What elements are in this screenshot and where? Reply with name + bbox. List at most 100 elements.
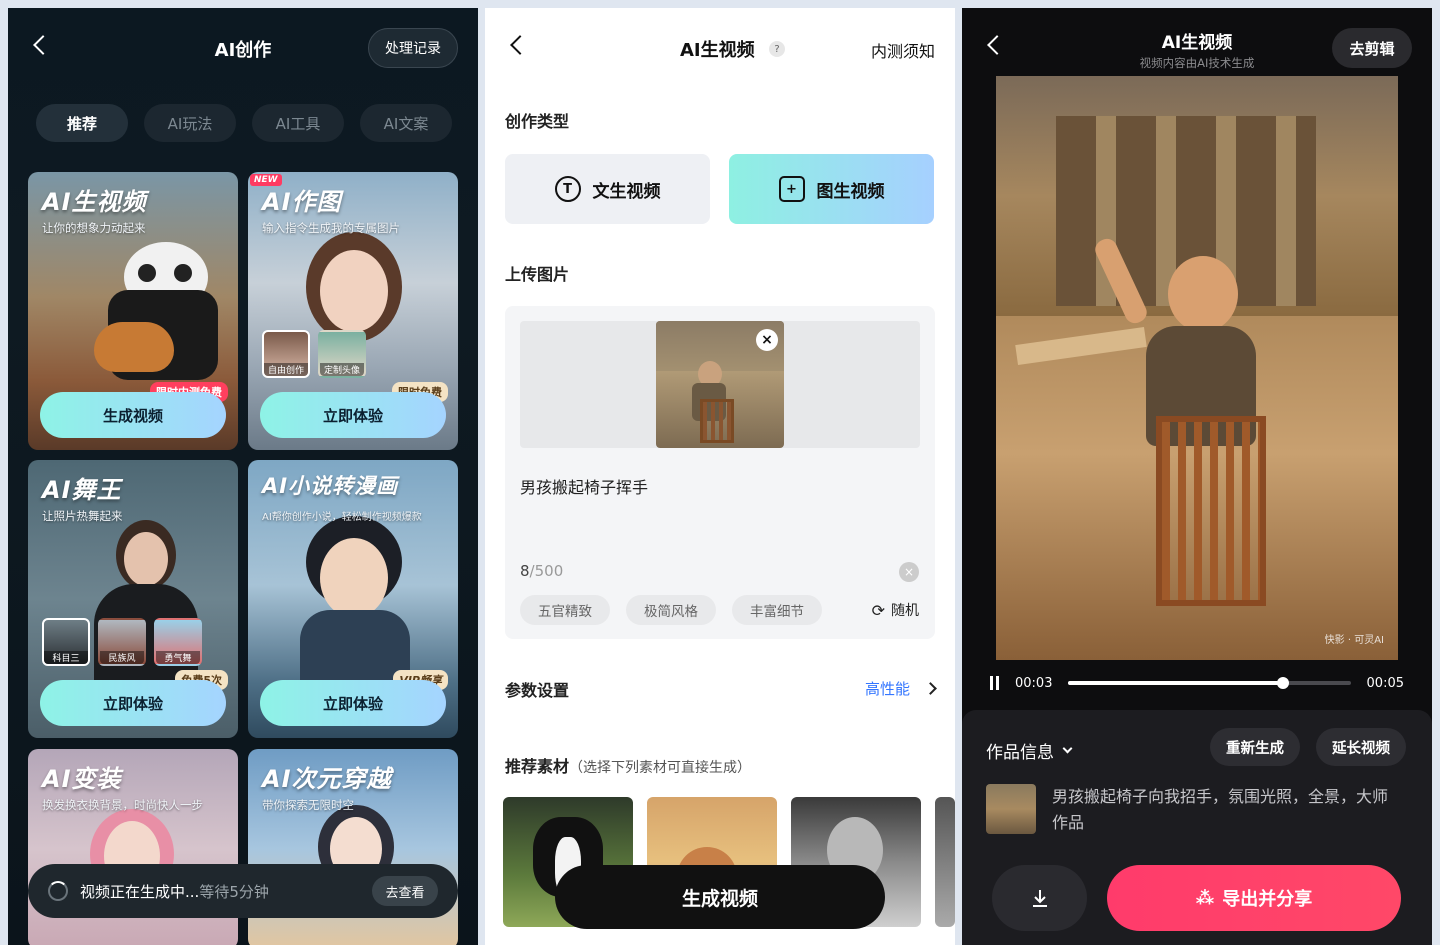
ai-video-result-panel: AI生视频 视频内容由AI技术生成 去剪辑 快影 · 可灵AI 00:03 00… xyxy=(962,8,1432,945)
card-ai-novel-comic[interactable]: AI小说转漫画 AI帮你创作小说，轻松制作视频爆款 VIP畅享 立即体验 xyxy=(248,460,458,738)
section-recommend: 推荐素材（选择下列素材可直接生成） xyxy=(505,753,751,777)
extend-video-button[interactable]: 延长视频 xyxy=(1316,728,1406,766)
history-button[interactable]: 处理记录 xyxy=(368,28,458,68)
section-recommend-title: 推荐素材 xyxy=(505,757,570,776)
remove-image-icon[interactable]: × xyxy=(756,329,778,351)
thumb-dance-2[interactable]: 民族风 xyxy=(98,618,146,666)
panda-eye xyxy=(138,264,156,282)
download-icon xyxy=(1032,890,1047,907)
loading-spinner-icon xyxy=(48,881,68,901)
card-title: AI次元穿越 xyxy=(262,765,392,793)
progress-handle[interactable] xyxy=(1276,677,1289,689)
boy-body-illustration xyxy=(300,610,410,680)
text-to-video-option[interactable]: T 文生视频 xyxy=(505,154,710,224)
generate-video-button[interactable]: 生成视频 xyxy=(555,865,885,929)
style-chip[interactable]: 极简风格 xyxy=(626,595,716,625)
thumb-free-create[interactable]: 自由创作 xyxy=(262,330,310,378)
tab-recommend[interactable]: 推荐 xyxy=(36,104,128,142)
chevron-down-icon xyxy=(1062,743,1073,754)
upload-card: × 男孩搬起椅子挥手 8/500 × 五官精致 极简风格 丰富细节 ⟳ 随机 xyxy=(505,306,935,639)
pause-icon[interactable] xyxy=(990,676,999,690)
char-limit: /500 xyxy=(529,562,564,580)
download-button[interactable] xyxy=(992,865,1087,931)
work-info-title: 作品信息 xyxy=(986,743,1054,763)
style-chip[interactable]: 丰富细节 xyxy=(732,595,822,625)
card-subtitle: 带你探索无限时空 xyxy=(262,798,354,812)
playback-controls: 00:03 00:05 xyxy=(990,670,1404,696)
prompt-full-text: 男孩搬起椅子向我招手，氛围光照，全景，大师作品 xyxy=(1052,787,1389,832)
card-subtitle: 让你的想象力动起来 xyxy=(42,221,146,235)
panda-eye xyxy=(174,264,192,282)
share-icon: ⁂ xyxy=(1195,887,1215,909)
style-thumbnails: 自由创作 定制头像 xyxy=(262,330,366,378)
try-now-button[interactable]: 立即体验 xyxy=(260,392,446,438)
dance-thumbnails: 科目三 民族风 勇气舞 xyxy=(42,618,202,666)
work-info-toggle[interactable]: 作品信息 xyxy=(986,738,1073,763)
clear-text-icon[interactable]: × xyxy=(899,562,919,582)
ai-creation-panel: AI创作 处理记录 推荐 AI玩法 AI工具 AI文案 AI生视频 让你的想象力… xyxy=(8,8,478,945)
params-selector[interactable]: 高性能 xyxy=(864,678,937,699)
style-chips: 五官精致 极简风格 丰富细节 xyxy=(520,595,822,625)
card-ai-video[interactable]: AI生视频 让你的想象力动起来 限时内测免费 生成视频 xyxy=(28,172,238,450)
card-title: AI生视频 xyxy=(42,188,147,216)
try-now-button[interactable]: 立即体验 xyxy=(40,680,226,726)
thumb-label: 自由创作 xyxy=(264,363,308,376)
thumb-custom-avatar[interactable]: 定制头像 xyxy=(318,330,366,378)
try-now-button[interactable]: 立即体验 xyxy=(260,680,446,726)
video-boy-head xyxy=(1168,256,1238,332)
section-creation-type: 创作类型 xyxy=(505,112,570,131)
char-count: 8 xyxy=(520,562,530,580)
thumb-dance-1[interactable]: 科目三 xyxy=(42,618,90,666)
video-chair xyxy=(1156,416,1266,606)
thumb-label: 民族风 xyxy=(100,651,144,664)
random-button[interactable]: ⟳ 随机 xyxy=(859,595,919,625)
thumb-label: 科目三 xyxy=(44,651,88,664)
card-ai-dance[interactable]: AI舞王 让照片热舞起来 科目三 民族风 勇气舞 免费5次 立即体验 xyxy=(28,460,238,738)
view-progress-button[interactable]: 去查看 xyxy=(372,876,438,906)
regenerate-button[interactable]: 重新生成 xyxy=(1210,728,1300,766)
thumb-label: 勇气舞 xyxy=(156,651,200,664)
back-icon[interactable] xyxy=(510,35,530,55)
image-dropzone[interactable]: × xyxy=(520,321,920,448)
thumb-label: 定制头像 xyxy=(320,363,364,376)
source-thumbnail xyxy=(986,784,1036,834)
dancer-face-illustration xyxy=(124,532,168,586)
generate-video-button[interactable]: 生成视频 xyxy=(40,392,226,438)
export-label: 导出并分享 xyxy=(1222,889,1313,910)
image-to-video-icon: + xyxy=(778,176,805,202)
card-title: AI舞王 xyxy=(42,476,122,504)
page-title: AI生视频 xyxy=(680,40,755,61)
image-to-video-option[interactable]: + 图生视频 xyxy=(729,154,934,224)
text-to-video-icon: T xyxy=(554,176,581,202)
export-share-button[interactable]: ⁂ 导出并分享 xyxy=(1107,865,1401,931)
card-subtitle: 换发换衣换背景，时尚快人一步 xyxy=(42,798,203,812)
help-icon[interactable]: ? xyxy=(769,41,785,57)
section-upload-image: 上传图片 xyxy=(505,265,570,284)
girl-face-illustration xyxy=(320,250,388,332)
photo-chair xyxy=(700,399,734,443)
prompt-text[interactable]: 男孩搬起椅子挥手 xyxy=(520,474,648,498)
tab-ai-tools[interactable]: AI工具 xyxy=(252,104,344,142)
card-subtitle: 输入指令生成我的专属图片 xyxy=(262,221,400,235)
toast-wait: 等待5分钟 xyxy=(199,882,269,901)
card-title: AI作图 xyxy=(262,188,342,216)
material-more[interactable] xyxy=(935,797,955,927)
beta-notice-link[interactable]: 内测须知 xyxy=(871,38,935,62)
params-value: 高性能 xyxy=(864,680,910,698)
card-subtitle: AI帮你创作小说，轻松制作视频爆款 xyxy=(262,512,422,523)
refresh-icon: ⟳ xyxy=(871,600,885,620)
style-chip[interactable]: 五官精致 xyxy=(520,595,610,625)
edit-button[interactable]: 去剪辑 xyxy=(1332,28,1412,68)
tab-ai-play[interactable]: AI玩法 xyxy=(144,104,236,142)
card-subtitle: 让照片热舞起来 xyxy=(42,509,123,523)
option-label: 文生视频 xyxy=(592,181,661,202)
card-ai-image[interactable]: NEW AI作图 输入指令生成我的专属图片 自由创作 定制头像 限时免费 立即体… xyxy=(248,172,458,450)
total-time: 00:05 xyxy=(1366,675,1404,691)
video-player[interactable]: 快影 · 可灵AI xyxy=(996,76,1398,660)
generation-toast: 视频正在生成中... 等待5分钟 去查看 xyxy=(28,864,458,918)
progress-bar[interactable] xyxy=(1068,677,1351,689)
tab-ai-copy[interactable]: AI文案 xyxy=(360,104,452,142)
guitar-illustration xyxy=(94,322,174,372)
thumb-dance-3[interactable]: 勇气舞 xyxy=(154,618,202,666)
category-tabs: 推荐 AI玩法 AI工具 AI文案 xyxy=(36,104,452,142)
